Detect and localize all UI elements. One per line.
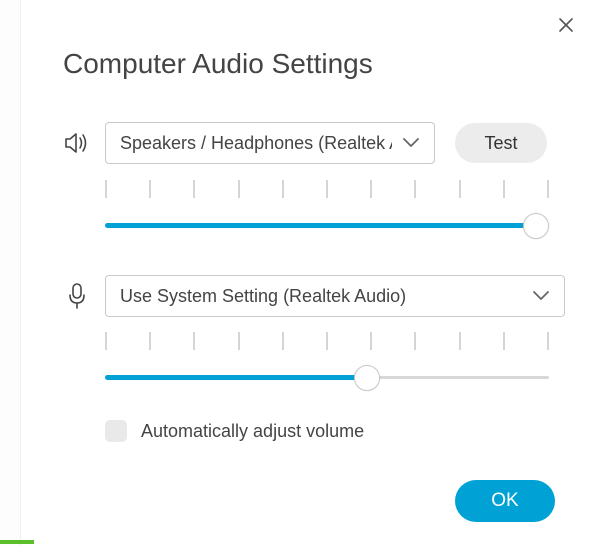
test-button-label: Test — [484, 133, 517, 154]
speaker-device-label: Speakers / Headphones (Realtek A — [120, 133, 392, 154]
bottom-accent-bar — [0, 540, 34, 544]
slider-thumb[interactable] — [523, 213, 549, 239]
slider-ticks — [105, 180, 549, 198]
speaker-row: Speakers / Headphones (Realtek A Test — [63, 122, 565, 164]
slider-fill — [105, 375, 367, 380]
audio-settings-dialog: Computer Audio Settings Speakers / Headp… — [20, 0, 595, 546]
microphone-icon — [63, 283, 91, 309]
microphone-volume-slider[interactable] — [105, 332, 549, 392]
close-icon — [559, 18, 573, 32]
ok-button-label: OK — [491, 490, 518, 512]
chevron-down-icon — [402, 133, 420, 154]
microphone-device-select[interactable]: Use System Setting (Realtek Audio) — [105, 275, 565, 317]
test-speaker-button[interactable]: Test — [455, 123, 547, 163]
speaker-volume-slider[interactable] — [105, 180, 549, 240]
slider-fill — [105, 223, 536, 228]
speaker-icon — [63, 131, 91, 155]
slider-thumb[interactable] — [354, 365, 380, 391]
speaker-device-select[interactable]: Speakers / Headphones (Realtek A — [105, 122, 435, 164]
auto-adjust-label: Automatically adjust volume — [141, 421, 364, 442]
microphone-device-label: Use System Setting (Realtek Audio) — [120, 286, 406, 307]
chevron-down-icon — [532, 286, 550, 307]
ok-button[interactable]: OK — [455, 480, 555, 522]
slider-ticks — [105, 332, 549, 350]
microphone-row: Use System Setting (Realtek Audio) — [63, 275, 565, 317]
auto-adjust-row: Automatically adjust volume — [105, 420, 364, 442]
auto-adjust-checkbox[interactable] — [105, 420, 127, 442]
dialog-title: Computer Audio Settings — [63, 48, 373, 80]
close-button[interactable] — [555, 14, 577, 36]
